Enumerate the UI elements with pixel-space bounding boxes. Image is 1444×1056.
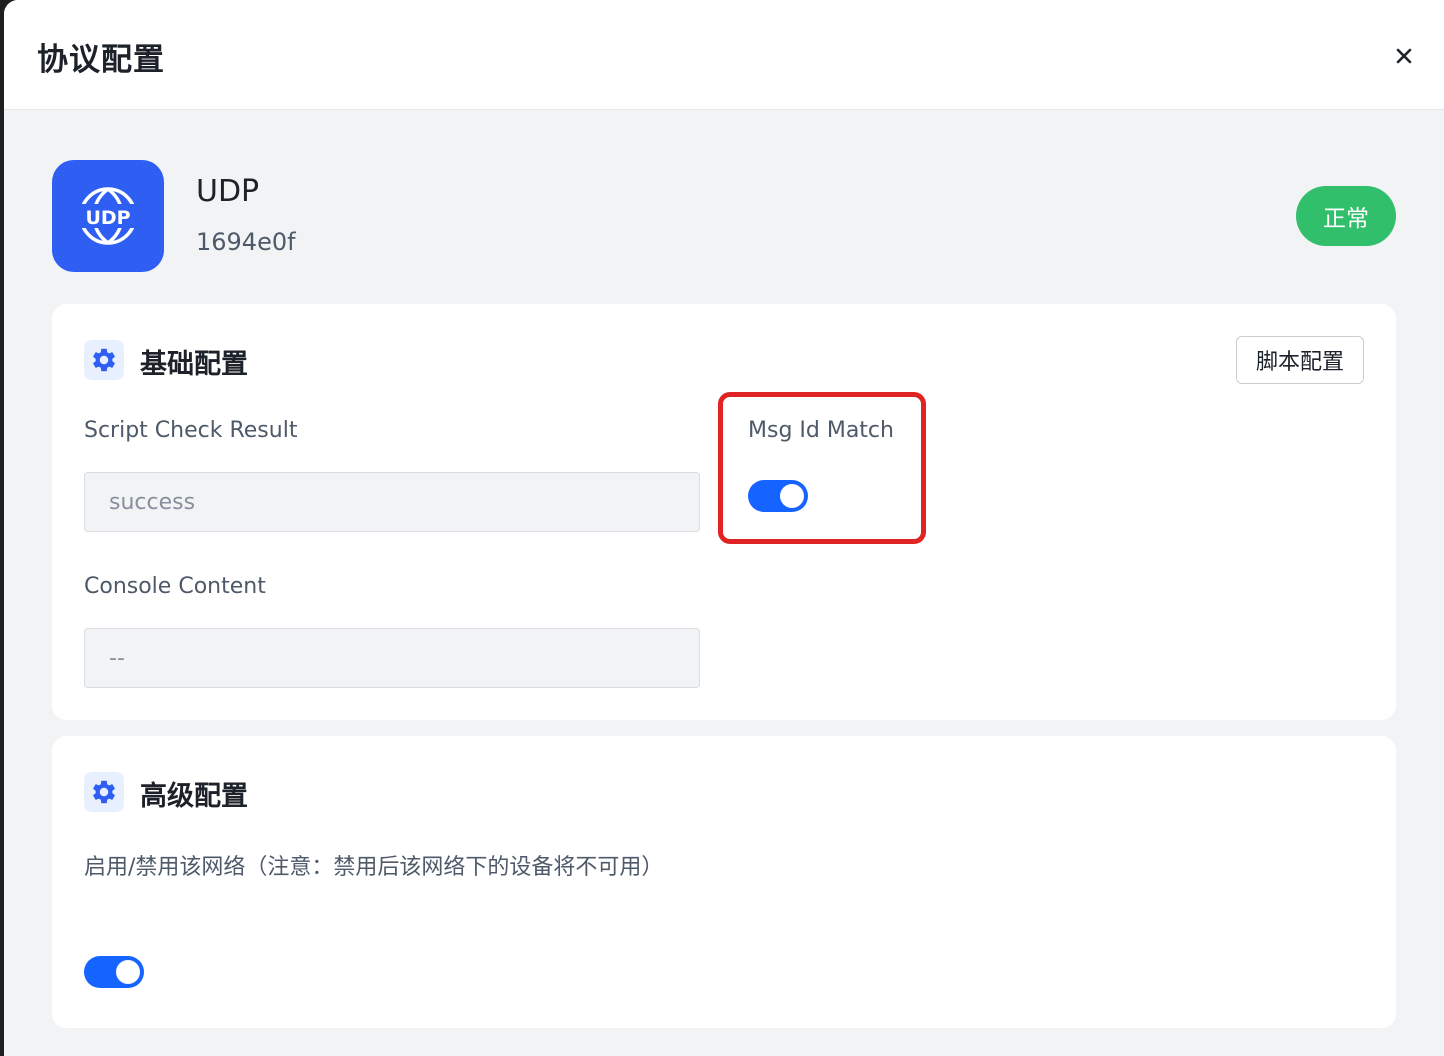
script-check-label: Script Check Result <box>84 418 298 443</box>
highlight-box <box>718 392 926 544</box>
protocol-name: UDP <box>196 174 260 209</box>
msg-id-match-toggle[interactable] <box>748 480 808 512</box>
script-check-field[interactable] <box>84 472 700 532</box>
console-content-field[interactable] <box>84 628 700 688</box>
close-icon <box>1396 48 1412 64</box>
basic-config-icon-wrap <box>84 340 124 380</box>
network-enable-toggle[interactable] <box>84 956 144 988</box>
basic-config-card: 基础配置 脚本配置 Script Check Result Console Co… <box>52 304 1396 720</box>
advanced-config-title: 高级配置 <box>140 781 248 812</box>
svg-text:UDP: UDP <box>85 207 130 229</box>
protocol-id: 1694e0f <box>196 228 296 256</box>
basic-config-title: 基础配置 <box>140 349 248 380</box>
network-enable-label: 启用/禁用该网络（注意：禁用后该网络下的设备将不可用） <box>84 855 664 880</box>
console-content-label: Console Content <box>84 574 266 599</box>
toggle-knob <box>780 484 804 508</box>
drawer-title: 协议配置 <box>37 42 165 78</box>
gear-icon <box>93 780 115 804</box>
script-config-button[interactable]: 脚本配置 <box>1236 336 1364 384</box>
gear-icon <box>93 348 115 372</box>
status-badge: 正常 <box>1296 186 1396 246</box>
globe-udp-icon: UDP <box>78 187 138 245</box>
protocol-config-drawer: 协议配置 UDP UDP 1694e0f 正常 基础配置 脚本配置 Script… <box>4 0 1444 1056</box>
advanced-config-icon-wrap <box>84 772 124 812</box>
msg-id-match-label: Msg Id Match <box>748 418 894 443</box>
advanced-config-card: 高级配置 启用/禁用该网络（注意：禁用后该网络下的设备将不可用） <box>52 736 1396 1028</box>
toggle-knob <box>116 960 140 984</box>
protocol-icon: UDP <box>52 160 164 272</box>
drawer-header: 协议配置 <box>4 0 1444 110</box>
close-button[interactable] <box>1390 42 1418 70</box>
